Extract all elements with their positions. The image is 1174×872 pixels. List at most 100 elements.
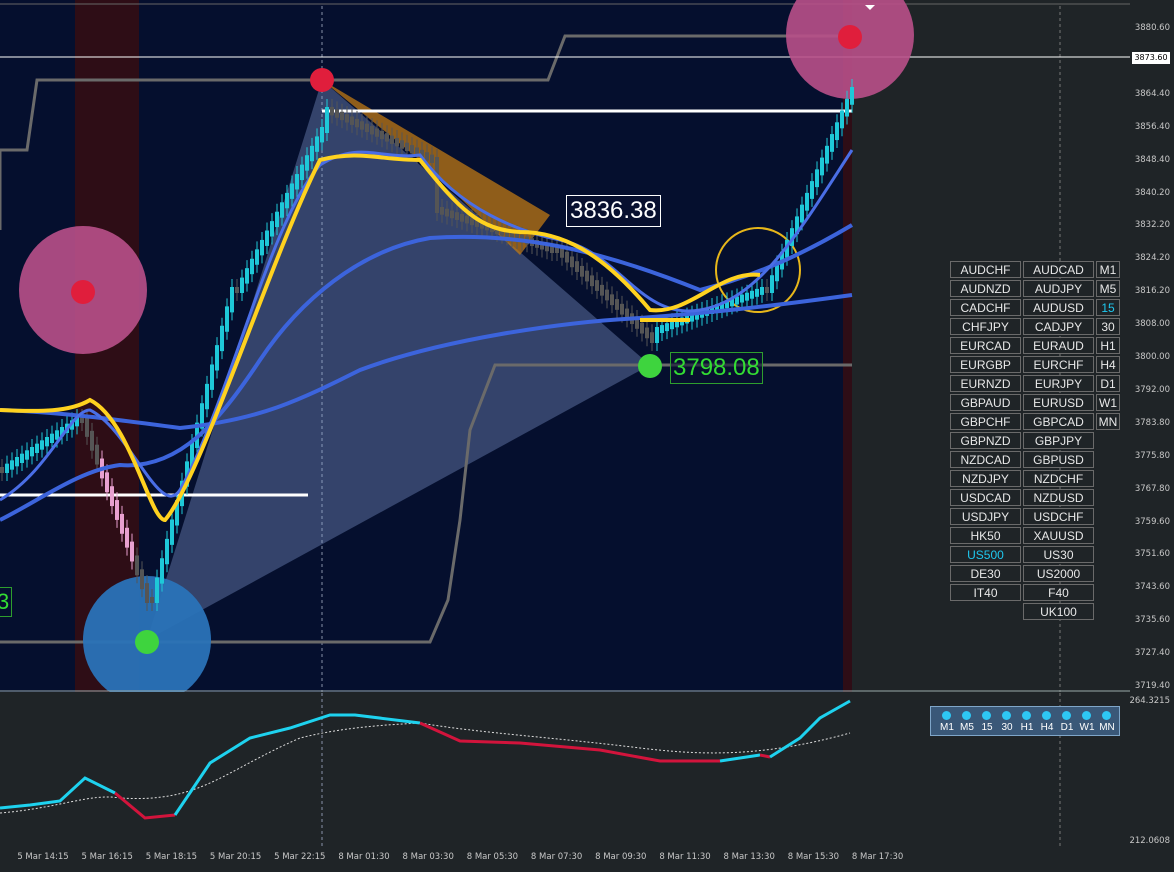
price-axis[interactable]: 3880.603872.403864.403856.403848.403840.…	[1130, 0, 1174, 692]
symbol-button-nzdusd[interactable]: NZDUSD	[1023, 489, 1094, 506]
current-price-tag: 3873.60	[1132, 52, 1170, 64]
price-axis-tick: 3824.20	[1134, 253, 1170, 264]
mtf-label: 30	[1001, 722, 1013, 733]
time-axis-tick: 8 Mar 03:30	[402, 852, 454, 862]
price-axis-tick: 3743.60	[1134, 582, 1170, 593]
mtf-status-dot	[1042, 711, 1051, 720]
mtf-status-dot	[942, 711, 951, 720]
symbol-button-audchf[interactable]: AUDCHF	[950, 261, 1021, 278]
symbol-button-audnzd[interactable]: AUDNZD	[950, 280, 1021, 297]
symbol-button-gbpcad[interactable]: GBPCAD	[1023, 413, 1094, 430]
price-axis-tick: 3848.40	[1134, 154, 1170, 165]
price-axis-tick: 3792.00	[1134, 384, 1170, 395]
price-axis-tick: 3767.80	[1134, 483, 1170, 494]
symbol-button-us500[interactable]: US500	[950, 546, 1021, 563]
mtf-label: H1	[1020, 722, 1034, 733]
oscillator-axis[interactable]: 264.3215 212.0608	[1129, 693, 1174, 848]
time-axis-tick: 8 Mar 07:30	[530, 852, 583, 862]
symbol-button-us30[interactable]: US30	[1023, 546, 1094, 563]
symbol-button-eurgbp[interactable]: EURGBP	[950, 356, 1021, 373]
low-signal-dot	[638, 354, 662, 378]
high-price-label: 3836.38	[566, 195, 661, 227]
time-axis-tick: 5 Mar 14:15	[17, 852, 69, 862]
oscillator-axis-top: 264.3215	[1129, 696, 1170, 706]
osc-cyan-seg2	[173, 713, 421, 816]
oscillator-axis-bottom: 212.0608	[1129, 836, 1170, 846]
mtf-label: W1	[1079, 722, 1095, 733]
time-axis-tick: 5 Mar 16:15	[81, 852, 133, 862]
symbol-button-gbpnzd[interactable]: GBPNZD	[950, 432, 1021, 449]
symbol-button-gbpjpy[interactable]: GBPJPY	[1023, 432, 1094, 449]
timeframe-button-30[interactable]: 30	[1096, 318, 1120, 335]
symbol-button-euraud[interactable]: EURAUD	[1023, 337, 1094, 354]
timeframe-button-h4[interactable]: H4	[1096, 356, 1120, 373]
symbol-button-chfjpy[interactable]: CHFJPY	[950, 318, 1021, 335]
osc-red-seg1	[114, 791, 176, 820]
mtf-status-dot	[1062, 711, 1071, 720]
left-price-label: 3	[0, 587, 13, 617]
symbol-button-eurchf[interactable]: EURCHF	[1023, 356, 1094, 373]
price-axis-tick: 3816.20	[1134, 286, 1170, 297]
symbol-button-uk100[interactable]: UK100	[1023, 603, 1094, 620]
symbol-button-gbpusd[interactable]: GBPUSD	[1023, 451, 1094, 468]
mtf-label: MN	[1099, 722, 1115, 733]
symbol-button-nzdjpy[interactable]: NZDJPY	[950, 470, 1021, 487]
signal-line	[0, 722, 851, 814]
symbol-button-xauusd[interactable]: XAUUSD	[1023, 527, 1094, 544]
price-axis-tick: 3783.80	[1134, 417, 1170, 428]
time-axis-tick: 8 Mar 15:30	[787, 852, 840, 862]
mtf-status-dot	[1022, 711, 1031, 720]
symbol-button-eurusd[interactable]: EURUSD	[1023, 394, 1094, 411]
time-axis-tick: 8 Mar 05:30	[466, 852, 519, 862]
bottom-signal-dot	[135, 630, 159, 654]
price-axis-tick: 3719.40	[1134, 681, 1170, 691]
mtf-label: H4	[1040, 722, 1054, 733]
high-signal-dot	[310, 68, 334, 92]
mtf-label: 15	[981, 722, 993, 733]
mtf-label: D1	[1060, 722, 1074, 733]
time-axis-tick: 8 Mar 09:30	[595, 852, 647, 862]
symbol-button-usdcad[interactable]: USDCAD	[950, 489, 1021, 506]
price-axis-tick: 3735.60	[1134, 615, 1170, 626]
time-axis-tick: 8 Mar 11:30	[659, 852, 711, 862]
time-axis[interactable]: 5 Mar 14:15 5 Mar 16:15 5 Mar 18:15 5 Mar 2…	[0, 848, 1130, 872]
symbol-button-audjpy[interactable]: AUDJPY	[1023, 280, 1094, 297]
left-signal-dot	[71, 280, 95, 304]
symbol-button-it40[interactable]: IT40	[950, 584, 1021, 601]
symbol-button-f40[interactable]: F40	[1023, 584, 1094, 601]
price-axis-tick: 3832.20	[1134, 220, 1170, 231]
symbol-button-eurnzd[interactable]: EURNZD	[950, 375, 1021, 392]
symbol-button-usdchf[interactable]: USDCHF	[1023, 508, 1094, 525]
symbol-button-us2000[interactable]: US2000	[1023, 565, 1094, 582]
price-axis-tick: 3751.60	[1134, 549, 1170, 560]
timeframe-button-w1[interactable]: W1	[1096, 394, 1120, 411]
timeframe-button-m5[interactable]: M5	[1096, 280, 1120, 297]
time-axis-tick: 5 Mar 18:15	[145, 852, 198, 862]
timeframe-button-15[interactable]: 15	[1096, 299, 1120, 316]
osc-cyan-seg1	[0, 776, 116, 810]
symbol-button-nzdcad[interactable]: NZDCAD	[950, 451, 1021, 468]
symbol-button-eurjpy[interactable]: EURJPY	[1023, 375, 1094, 392]
symbol-button-audcad[interactable]: AUDCAD	[1023, 261, 1094, 278]
mtf-label: M1	[940, 722, 954, 733]
top-signal-dot	[838, 25, 862, 49]
symbol-button-cadjpy[interactable]: CADJPY	[1023, 318, 1094, 335]
symbol-button-usdjpy[interactable]: USDJPY	[950, 508, 1021, 525]
mtf-status-dot	[1102, 711, 1111, 720]
timeframe-button-mn[interactable]: MN	[1096, 413, 1120, 430]
low-price-label: 3798.08	[670, 352, 763, 384]
symbol-button-gbpchf[interactable]: GBPCHF	[950, 413, 1021, 430]
timeframe-button-d1[interactable]: D1	[1096, 375, 1120, 392]
symbol-button-eurcad[interactable]: EURCAD	[950, 337, 1021, 354]
symbol-button-de30[interactable]: DE30	[950, 565, 1021, 582]
timeframe-button-h1[interactable]: H1	[1096, 337, 1120, 354]
symbol-button-audusd[interactable]: AUDUSD	[1023, 299, 1094, 316]
price-axis-tick: 3800.00	[1134, 352, 1170, 362]
symbol-button-nzdchf[interactable]: NZDCHF	[1023, 470, 1094, 487]
time-axis-tick: 8 Mar 13:30	[723, 852, 775, 862]
symbol-button-cadchf[interactable]: CADCHF	[950, 299, 1021, 316]
symbol-button-gbpaud[interactable]: GBPAUD	[950, 394, 1021, 411]
price-axis-tick: 3840.20	[1134, 187, 1170, 198]
symbol-button-hk50[interactable]: HK50	[950, 527, 1021, 544]
timeframe-button-m1[interactable]: M1	[1096, 261, 1120, 278]
